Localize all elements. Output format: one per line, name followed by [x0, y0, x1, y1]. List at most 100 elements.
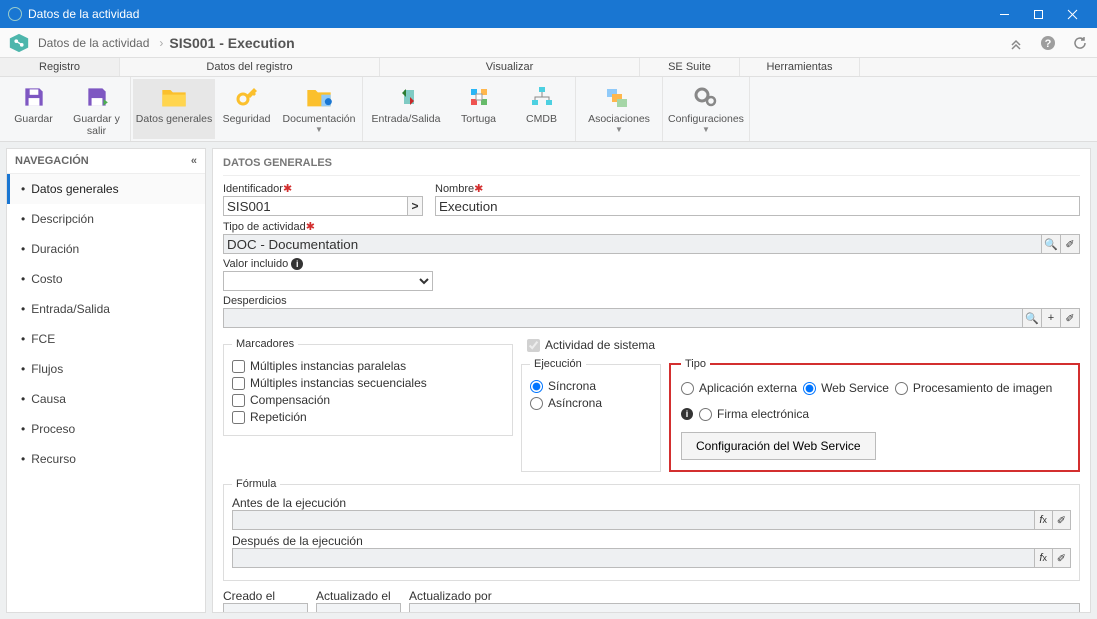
nav-item-datos-generales[interactable]: Datos generales: [7, 174, 205, 204]
ejecucion-legend: Ejecución: [530, 358, 586, 370]
creado-el-label: Creado el: [223, 589, 308, 603]
nav-item-duracion[interactable]: Duración: [7, 234, 205, 264]
actualizado-por-input: [409, 603, 1080, 613]
nav-header: NAVEGACIÓN «: [7, 149, 205, 174]
desperdicios-input[interactable]: [223, 308, 1023, 328]
tipo-actividad-label: Tipo de actividad✱: [223, 220, 1080, 233]
add-icon[interactable]: +: [1041, 308, 1061, 328]
marcador-compensacion[interactable]: Compensación: [232, 393, 504, 407]
identificador-expand-button[interactable]: >: [407, 196, 423, 216]
chevron-right-icon: ›: [159, 36, 163, 50]
save-icon: [18, 83, 50, 111]
tab-visualizar[interactable]: Visualizar: [380, 58, 640, 76]
breadcrumb-parent[interactable]: Datos de la actividad: [38, 36, 149, 50]
fx-icon[interactable]: fx: [1034, 548, 1053, 568]
tab-herramientas[interactable]: Herramientas: [740, 58, 860, 76]
tipo-fieldset: Tipo Aplicación externa Web Service Proc…: [669, 358, 1080, 472]
tab-datos-del-registro[interactable]: Datos del registro: [120, 58, 380, 76]
collapse-nav-icon[interactable]: «: [191, 155, 197, 167]
valor-incluido-select[interactable]: [223, 271, 433, 291]
documentacion-button[interactable]: Documentación▼: [278, 79, 360, 139]
marcador-paralelas[interactable]: Múltiples instancias paralelas: [232, 359, 504, 373]
svg-text:?: ?: [1045, 38, 1052, 50]
dropdown-arrow-icon: ▼: [615, 125, 623, 134]
ejecucion-sincrona[interactable]: Síncrona: [530, 379, 652, 393]
refresh-icon[interactable]: [1071, 34, 1089, 52]
tab-registro[interactable]: Registro: [0, 58, 120, 76]
main-pane: DATOS GENERALES Identificador✱ > Nombre✱…: [212, 148, 1091, 613]
datos-generales-button[interactable]: Datos generales: [133, 79, 215, 139]
turtle-icon: [463, 83, 495, 111]
despues-input[interactable]: [232, 548, 1035, 568]
tipo-actividad-input[interactable]: [223, 234, 1042, 254]
antes-input[interactable]: [232, 510, 1035, 530]
seguridad-button[interactable]: Seguridad: [215, 79, 278, 139]
marcador-secuenciales[interactable]: Múltiples instancias secuenciales: [232, 376, 504, 390]
folder-icon: [158, 83, 190, 111]
close-button[interactable]: [1055, 0, 1089, 28]
nav-item-entradasalida[interactable]: Entrada/Salida: [7, 294, 205, 324]
dropdown-arrow-icon: ▼: [315, 125, 323, 134]
tipo-aplicacion-externa[interactable]: Aplicación externa: [681, 381, 797, 395]
formula-legend: Fórmula: [232, 478, 280, 490]
key-icon: [231, 83, 263, 111]
cmdb-button[interactable]: CMDB: [510, 79, 573, 139]
ejecucion-fieldset: Ejecución Síncrona Asíncrona: [521, 358, 661, 472]
entrada-salida-button[interactable]: Entrada/Salida: [365, 79, 447, 139]
collapse-icon[interactable]: [1007, 34, 1025, 52]
clear-icon[interactable]: ✐: [1060, 308, 1080, 328]
fx-icon[interactable]: fx: [1034, 510, 1053, 530]
ejecucion-asincrona[interactable]: Asíncrona: [530, 396, 652, 410]
info-icon[interactable]: i: [681, 408, 693, 420]
clear-icon[interactable]: ✐: [1052, 510, 1071, 530]
ribbon: Guardar Guardar y salir Datos generales …: [0, 77, 1097, 142]
actualizado-por-label: Actualizado por: [409, 589, 1080, 603]
nombre-input[interactable]: [435, 196, 1080, 216]
cmdb-icon: [526, 83, 558, 111]
app-icon: [8, 7, 22, 21]
marcadores-legend: Marcadores: [232, 338, 298, 350]
minimize-button[interactable]: [987, 0, 1021, 28]
tab-se-suite[interactable]: SE Suite: [640, 58, 740, 76]
clear-icon[interactable]: ✐: [1060, 234, 1080, 254]
save-exit-icon: [81, 83, 113, 111]
config-webservice-button[interactable]: Configuración del Web Service: [681, 432, 876, 460]
help-icon[interactable]: ?: [1039, 34, 1057, 52]
creado-el-input: [223, 603, 308, 613]
actividad-sistema-checkbox[interactable]: Actividad de sistema: [527, 338, 1080, 352]
valor-incluido-label: Valor incluido i: [223, 258, 433, 270]
breadcrumb-current: SIS001 - Execution: [169, 35, 294, 51]
module-icon: [8, 32, 30, 54]
tipo-procesamiento-imagen[interactable]: Procesamiento de imagen: [895, 381, 1052, 395]
tipo-legend: Tipo: [681, 358, 710, 370]
identificador-input[interactable]: [223, 196, 407, 216]
nav-item-recurso[interactable]: Recurso: [7, 444, 205, 474]
info-icon[interactable]: i: [291, 258, 303, 270]
window-titlebar: Datos de la actividad: [0, 0, 1097, 28]
ribbon-tabs: RegistroDatos del registroVisualizarSE S…: [0, 58, 1097, 77]
maximize-button[interactable]: [1021, 0, 1055, 28]
actualizado-el-label: Actualizado el: [316, 589, 401, 603]
nav-item-costo[interactable]: Costo: [7, 264, 205, 294]
nav-item-proceso[interactable]: Proceso: [7, 414, 205, 444]
nav-item-fce[interactable]: FCE: [7, 324, 205, 354]
marcador-repeticion[interactable]: Repetición: [232, 410, 504, 424]
nav-item-descripcion[interactable]: Descripción: [7, 204, 205, 234]
save-exit-button[interactable]: Guardar y salir: [65, 79, 128, 139]
identificador-label: Identificador✱: [223, 182, 423, 195]
tipo-firma-electronica[interactable]: Firma electrónica: [699, 407, 809, 421]
search-icon[interactable]: 🔍: [1022, 308, 1042, 328]
tortuga-button[interactable]: Tortuga: [447, 79, 510, 139]
save-button[interactable]: Guardar: [2, 79, 65, 139]
clear-icon[interactable]: ✐: [1052, 548, 1071, 568]
search-icon[interactable]: 🔍: [1041, 234, 1061, 254]
breadcrumb: Datos de la actividad › SIS001 - Executi…: [0, 28, 1097, 58]
nav-item-flujos[interactable]: Flujos: [7, 354, 205, 384]
window-title: Datos de la actividad: [28, 7, 987, 21]
actualizado-el-input: [316, 603, 401, 613]
tipo-web-service[interactable]: Web Service: [803, 381, 889, 395]
asociaciones-button[interactable]: Asociaciones▼: [578, 79, 660, 139]
nav-item-causa[interactable]: Causa: [7, 384, 205, 414]
nav-sidebar: NAVEGACIÓN « Datos generalesDescripciónD…: [6, 148, 206, 613]
configuraciones-button[interactable]: Configuraciones▼: [665, 79, 747, 139]
